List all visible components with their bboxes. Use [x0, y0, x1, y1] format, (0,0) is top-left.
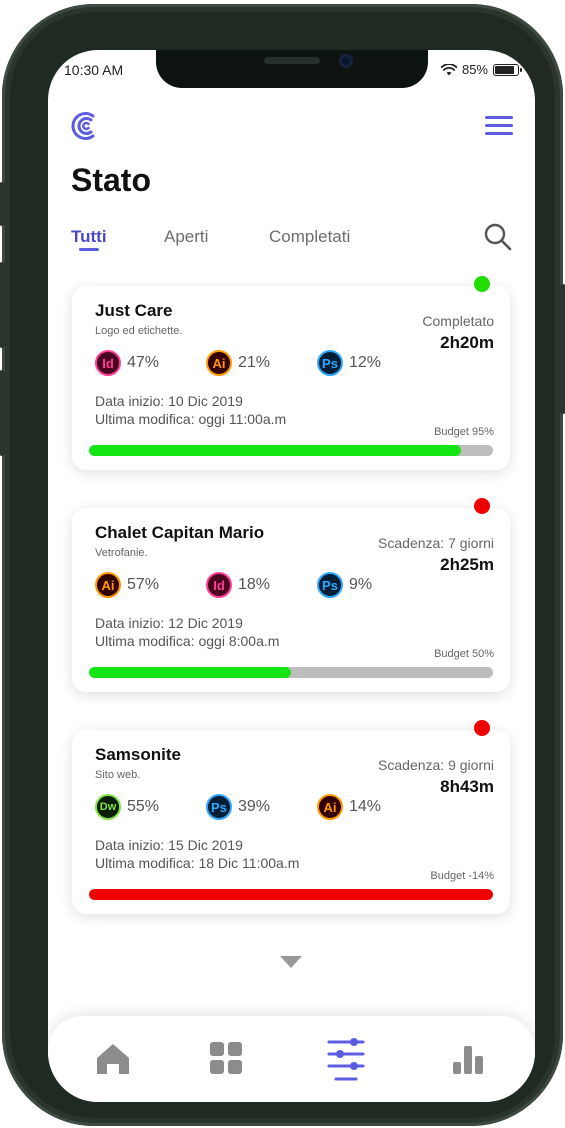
speaker: [264, 57, 320, 64]
illustrator-icon: Ai: [95, 572, 121, 598]
app-usage: Ai 14%: [317, 794, 381, 820]
project-time: 2h20m: [440, 333, 494, 352]
dreamweaver-icon: Dw: [95, 794, 121, 820]
project-title: Chalet Capitan Mario: [95, 523, 265, 542]
project-card[interactable]: Samsonite Sito web. Scadenza: 9 giorni 8…: [72, 730, 510, 914]
volume-up-button: [0, 262, 5, 348]
app-percent: 47%: [127, 354, 160, 371]
front-camera: [339, 54, 353, 68]
project-title: Just Care: [95, 301, 173, 320]
tab-aperti[interactable]: Aperti: [164, 227, 208, 247]
project-start-date: Data inizio: 10 Dic 2019: [95, 393, 243, 409]
budget-progress-fill: [89, 445, 461, 456]
app-percent: 55%: [127, 798, 160, 815]
grid-icon[interactable]: [206, 1038, 246, 1078]
logo-icon: [71, 112, 95, 140]
budget-progress-bar: [89, 445, 493, 456]
active-tab-indicator: [79, 248, 99, 251]
project-title: Samsonite: [95, 745, 181, 764]
budget-progress-fill: [89, 667, 291, 678]
app-usage: Id 18%: [206, 572, 270, 598]
status-dot-deadline: [474, 498, 490, 514]
app-usage: Ps 9%: [317, 572, 372, 598]
home-icon[interactable]: [93, 1038, 133, 1078]
app-percent: 9%: [349, 576, 373, 593]
app-usage: Ps 39%: [206, 794, 270, 820]
notch: [156, 50, 428, 88]
page-title: Stato: [71, 162, 151, 198]
project-state: Scadenza: 9 giorni: [378, 757, 494, 773]
indesign-icon: Id: [206, 572, 232, 598]
budget-progress-bar: [89, 889, 493, 900]
bar-chart-icon[interactable]: [448, 1038, 488, 1078]
battery-percent: 85%: [461, 62, 488, 77]
app-usage-list: Ai 57% Id 18% Ps 9%: [95, 572, 415, 602]
project-state: Scadenza: 7 giorni: [378, 535, 494, 551]
photoshop-icon: Ps: [206, 794, 232, 820]
app-percent: 39%: [238, 798, 271, 815]
project-card[interactable]: Chalet Capitan Mario Vetrofanie. Scadenz…: [72, 508, 510, 692]
app-usage: Dw 55%: [95, 794, 159, 820]
project-subtitle: Sito web.: [95, 769, 141, 781]
app-percent: 12%: [349, 354, 382, 371]
tab-tutti[interactable]: Tutti: [71, 227, 107, 247]
project-card[interactable]: Just Care Logo ed etichette. Completato …: [72, 286, 510, 470]
illustrator-icon: Ai: [206, 350, 232, 376]
wifi-icon: [440, 63, 457, 75]
bottom-nav: [48, 1016, 535, 1102]
budget-progress-fill: [89, 889, 493, 900]
project-start-date: Data inizio: 15 Dic 2019: [95, 837, 243, 853]
status-dot-deadline: [474, 720, 490, 736]
volume-down-button: [0, 370, 5, 456]
photoshop-icon: Ps: [317, 350, 343, 376]
app-percent: 21%: [238, 354, 271, 371]
app-usage: Id 47%: [95, 350, 159, 376]
status-dot-completed: [474, 276, 490, 292]
project-state: Completato: [422, 313, 494, 329]
mute-switch: [0, 182, 5, 226]
indesign-icon: Id: [95, 350, 121, 376]
project-subtitle: Vetrofanie.: [95, 547, 148, 559]
budget-label: Budget 50%: [434, 648, 494, 660]
hamburger-menu-icon[interactable]: [485, 116, 513, 136]
app-usage: Ps 12%: [317, 350, 381, 376]
battery-level: [495, 65, 514, 74]
project-time: 2h25m: [440, 555, 494, 574]
screen: 10:30 AM 85% Stato Tutti Aperti Completa…: [48, 50, 535, 1102]
photoshop-icon: Ps: [317, 572, 343, 598]
project-last-modified: Ultima modifica: oggi 8:00a.m: [95, 633, 280, 649]
project-subtitle: Logo ed etichette.: [95, 325, 183, 337]
sliders-icon[interactable]: [326, 1034, 366, 1086]
project-time: 8h43m: [440, 777, 494, 796]
budget-progress-bar: [89, 667, 493, 678]
phone-frame: 10:30 AM 85% Stato Tutti Aperti Completa…: [0, 4, 565, 1126]
app-percent: 14%: [349, 798, 382, 815]
status-indicators: 85%: [440, 62, 522, 77]
budget-label: Budget 95%: [434, 426, 494, 438]
battery-icon: [493, 63, 522, 76]
app-usage-list: Dw 55% Ps 39% Ai 14%: [95, 794, 415, 824]
budget-label: Budget -14%: [430, 870, 494, 882]
app-usage: Ai 21%: [206, 350, 270, 376]
search-icon[interactable]: [483, 222, 513, 252]
power-button: [560, 284, 565, 414]
project-last-modified: Ultima modifica: 18 Dic 11:00a.m: [95, 855, 300, 871]
illustrator-icon: Ai: [317, 794, 343, 820]
project-start-date: Data inizio: 12 Dic 2019: [95, 615, 243, 631]
tab-completati[interactable]: Completati: [269, 227, 350, 247]
status-time: 10:30 AM: [64, 62, 124, 78]
app-usage-list: Id 47% Ai 21% Ps 12%: [95, 350, 415, 380]
app-usage: Ai 57%: [95, 572, 159, 598]
scroll-down-arrow-icon[interactable]: [280, 956, 302, 968]
app-percent: 18%: [238, 576, 271, 593]
project-last-modified: Ultima modifica: oggi 11:00a.m: [95, 411, 287, 427]
app-percent: 57%: [127, 576, 160, 593]
